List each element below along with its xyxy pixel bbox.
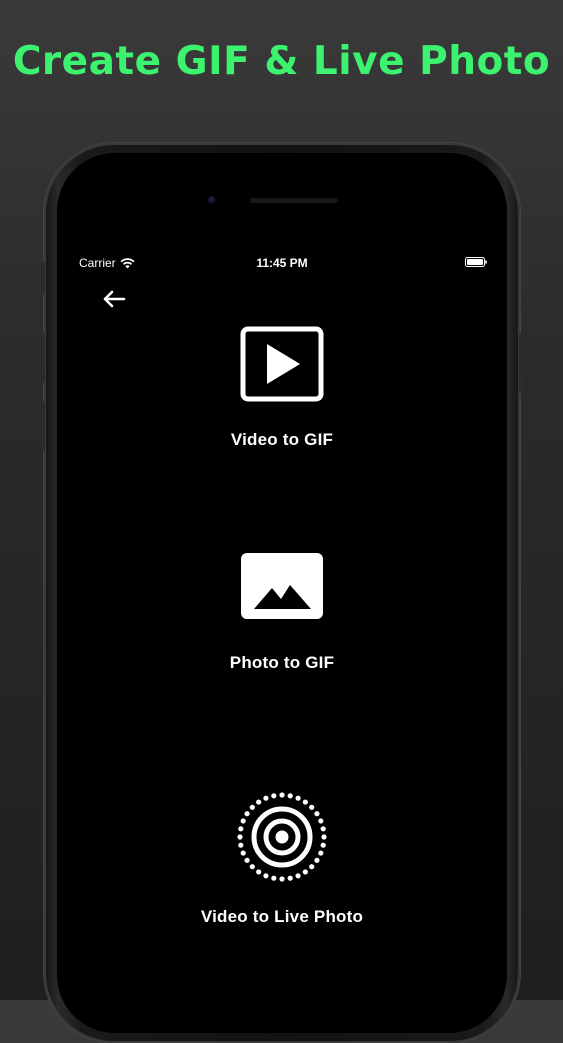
live-photo-dot bbox=[314, 811, 320, 817]
volume-down-button bbox=[41, 401, 45, 451]
live-photo-dot bbox=[256, 799, 262, 805]
live-photo-dot bbox=[244, 857, 250, 863]
live-photo-dot bbox=[302, 869, 308, 875]
live-photo-dot bbox=[263, 795, 269, 801]
headline: Create GIF & Live Photo bbox=[12, 39, 551, 84]
photo-to-gif-button[interactable]: Photo to GIF bbox=[57, 553, 507, 673]
live-photo-dot bbox=[309, 864, 315, 870]
photo-to-gif-label: Photo to GIF bbox=[229, 653, 335, 672]
front-camera bbox=[208, 196, 216, 204]
photo-mountain-icon bbox=[241, 553, 323, 619]
battery-icon bbox=[465, 257, 487, 267]
video-play-icon bbox=[240, 326, 324, 402]
video-to-gif-label: Video to GIF bbox=[230, 430, 334, 449]
status-bar: Carrier 11:45 PM bbox=[57, 253, 507, 273]
live-photo-dot bbox=[320, 826, 326, 832]
live-photo-dot bbox=[314, 857, 320, 863]
live-photo-dot bbox=[238, 826, 244, 832]
live-photo-dot bbox=[320, 842, 326, 848]
live-photo-dot bbox=[249, 804, 255, 810]
status-time: 11:45 PM bbox=[256, 256, 308, 270]
live-photo-dot bbox=[279, 876, 285, 882]
live-photo-dot bbox=[240, 818, 246, 824]
live-photo-dot bbox=[271, 793, 277, 799]
live-photo-dot bbox=[256, 869, 262, 875]
volume-up-button bbox=[41, 333, 45, 383]
live-photo-dot bbox=[263, 873, 269, 879]
live-photo-dot bbox=[237, 834, 243, 840]
back-arrow-icon[interactable] bbox=[101, 288, 127, 310]
live-photo-dot bbox=[309, 804, 315, 810]
video-to-gif-button[interactable]: Video to GIF bbox=[57, 326, 507, 450]
live-photo-dot bbox=[318, 850, 324, 856]
live-photo-dot bbox=[295, 795, 301, 801]
mute-switch bbox=[41, 261, 45, 295]
video-to-live-photo-button[interactable]: Video to Live Photo bbox=[57, 791, 507, 927]
live-photo-dot bbox=[321, 834, 327, 840]
phone-screen: Carrier 11:45 PM Video to GIF Photo to G… bbox=[57, 153, 507, 1033]
live-photo-dot bbox=[287, 793, 293, 799]
live-photo-dot bbox=[295, 873, 301, 879]
live-photo-dot bbox=[318, 818, 324, 824]
live-photo-dot bbox=[238, 842, 244, 848]
live-photo-dot bbox=[244, 811, 250, 817]
live-photo-dot bbox=[249, 864, 255, 870]
live-photo-icon bbox=[237, 792, 327, 882]
earpiece-speaker bbox=[250, 198, 338, 203]
video-to-live-photo-label: Video to Live Photo bbox=[200, 907, 364, 926]
live-photo-dot bbox=[279, 792, 285, 798]
live-photo-dot bbox=[271, 875, 277, 881]
power-button bbox=[519, 333, 523, 393]
live-photo-dot bbox=[302, 799, 308, 805]
live-photo-dot bbox=[240, 850, 246, 856]
live-photo-dot bbox=[287, 875, 293, 881]
phone-frame: Carrier 11:45 PM Video to GIF Photo to G… bbox=[41, 143, 523, 1043]
